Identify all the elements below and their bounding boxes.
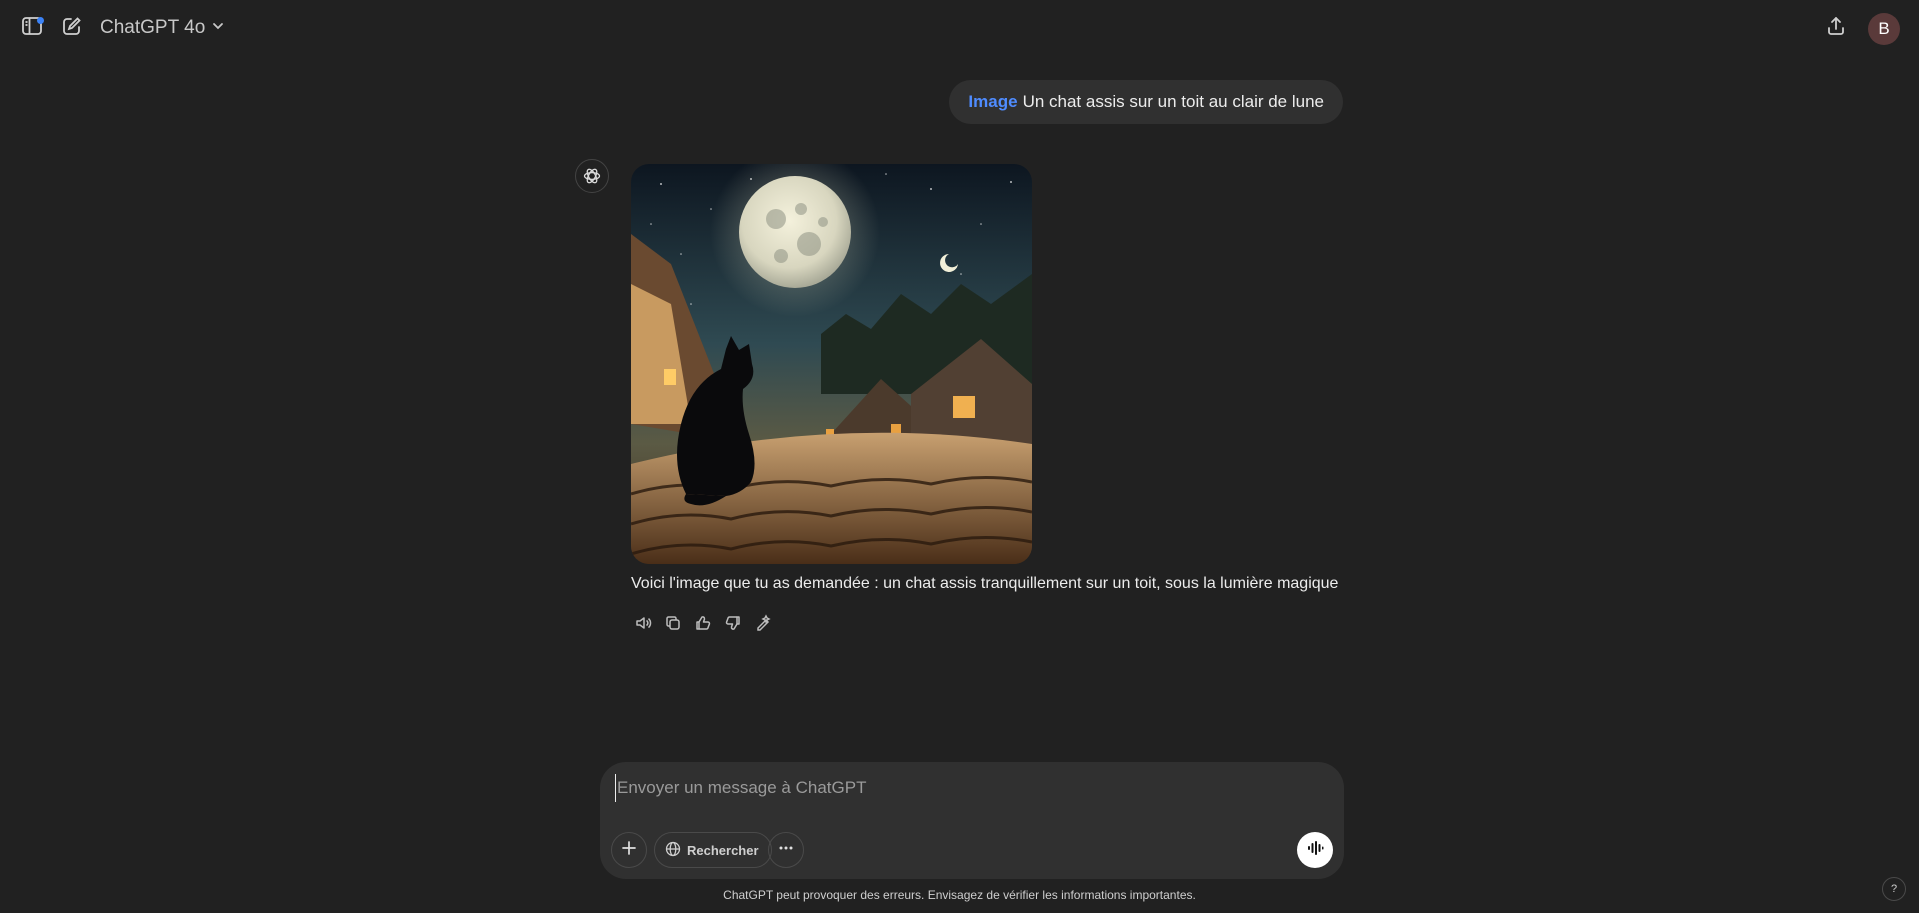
- thumbs-down-button[interactable]: [721, 613, 745, 637]
- user-message: Image Un chat assis sur un toit au clair…: [949, 80, 1343, 124]
- message-input[interactable]: [615, 774, 1315, 802]
- attach-button[interactable]: [611, 832, 647, 868]
- message-actions: [631, 613, 775, 637]
- model-name: ChatGPT 4o: [100, 17, 206, 38]
- edit-image-button[interactable]: [751, 613, 775, 637]
- model-selector[interactable]: ChatGPT 4o: [100, 14, 225, 42]
- thumbs-down-icon: [724, 614, 742, 637]
- voice-mode-icon: [1306, 839, 1324, 862]
- share-button[interactable]: [1820, 12, 1852, 44]
- user-message-text: Un chat assis sur un toit au clair de lu…: [1022, 92, 1324, 111]
- image-tag: Image: [968, 92, 1018, 111]
- copy-icon: [664, 614, 682, 637]
- plus-icon: [621, 840, 637, 861]
- notification-dot: [37, 17, 44, 24]
- new-chat-icon: [61, 15, 83, 42]
- read-aloud-icon: [634, 614, 652, 637]
- read-aloud-button[interactable]: [631, 613, 655, 637]
- assistant-message-text: Voici l'image que tu as demandée : un ch…: [631, 575, 1339, 592]
- help-button[interactable]: ?: [1882, 877, 1906, 901]
- voice-mode-button[interactable]: [1297, 832, 1333, 868]
- chatgpt-logo-icon: [575, 159, 609, 193]
- copy-button[interactable]: [661, 613, 685, 637]
- disclaimer: ChatGPT peut provoquer des erreurs. Envi…: [723, 888, 1196, 902]
- share-icon: [1825, 15, 1847, 42]
- composer: Rechercher: [600, 762, 1344, 879]
- globe-icon: [665, 841, 681, 860]
- search-button-label: Rechercher: [687, 842, 759, 858]
- edit-image-icon: [754, 613, 772, 637]
- more-icon: [778, 840, 794, 861]
- top-bar: ChatGPT 4o B: [0, 0, 1919, 56]
- thumbs-up-icon: [694, 614, 712, 637]
- avatar[interactable]: B: [1868, 13, 1900, 45]
- chevron-down-icon: [211, 17, 225, 39]
- new-chat-button[interactable]: [56, 12, 88, 44]
- generated-image[interactable]: [631, 164, 1032, 564]
- thumbs-up-button[interactable]: [691, 613, 715, 637]
- more-options-button[interactable]: [768, 832, 804, 868]
- sidebar-toggle-button[interactable]: [16, 12, 48, 44]
- search-button[interactable]: Rechercher: [654, 832, 772, 868]
